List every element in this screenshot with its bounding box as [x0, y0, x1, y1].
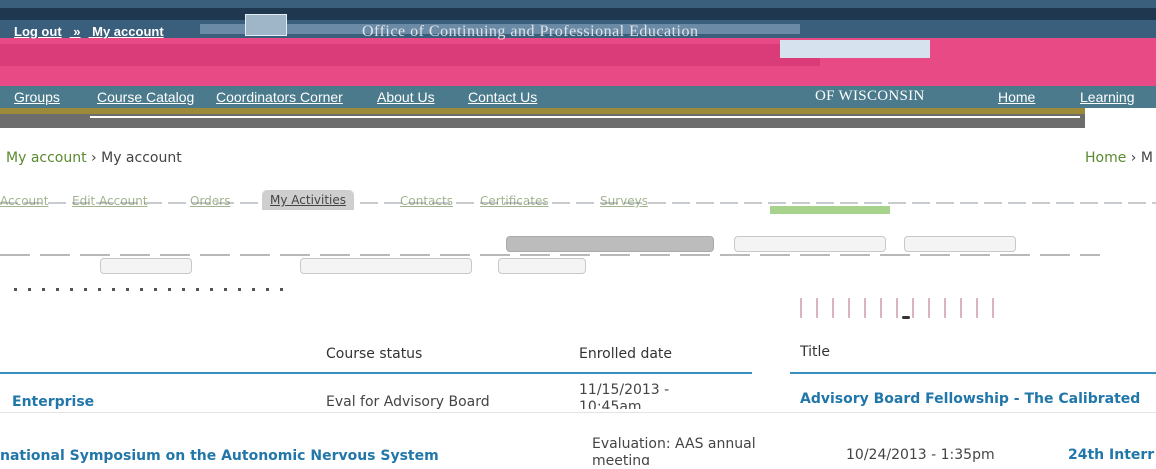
my-account-link[interactable]: My account [92, 24, 164, 39]
breadcrumb-home-link[interactable]: Home [1085, 150, 1126, 166]
user-links: Log out » My account [14, 24, 172, 39]
tabs-rule [0, 202, 1156, 204]
breadcrumb-separator: › [91, 150, 97, 166]
subtab-2[interactable] [734, 236, 886, 252]
tabs-highlight [770, 206, 890, 214]
subtab-active[interactable] [506, 236, 714, 252]
header-white-line [90, 116, 1080, 118]
row2-title-link[interactable]: 24th Interr [1068, 447, 1154, 463]
row2-status-cont: meeting [592, 453, 651, 465]
row1-course-link[interactable]: Enterprise [12, 394, 94, 410]
account-tabs: Account Edit Account Orders My Activitie… [0, 190, 1156, 214]
nav-contact-us[interactable]: Contact Us [468, 89, 537, 105]
main-nav: Groups Course Catalog Coordinators Corne… [0, 86, 1156, 108]
university-wordmark: OF WISCONSIN [815, 88, 925, 104]
nav-learning[interactable]: Learning [1080, 89, 1135, 105]
breadcrumb-current: My account [101, 150, 182, 166]
tab-account[interactable]: Account [0, 194, 48, 208]
row-separator [0, 412, 1156, 413]
tab-certificates[interactable]: Certificates [480, 194, 549, 208]
row1-enrolled-date: 11/15/2013 - [579, 382, 670, 398]
noise-artifact [800, 298, 1000, 318]
tab-contacts[interactable]: Contacts [400, 194, 453, 208]
column-header-title[interactable]: Title [800, 344, 830, 360]
tab-surveys[interactable]: Surveys [600, 194, 648, 208]
subtab-3[interactable] [904, 236, 1016, 252]
breadcrumb-secondary: Home › M [1085, 150, 1153, 166]
tab-my-activities[interactable]: My Activities [262, 190, 355, 210]
nav-about-us[interactable]: About Us [377, 89, 435, 105]
header-band-dark [0, 8, 1156, 20]
filter-select-2[interactable] [300, 258, 472, 274]
table-header-rule-right [790, 372, 1156, 374]
row2-course-link[interactable]: national Symposium on the Autonomic Nerv… [0, 448, 439, 464]
campus-logo [245, 14, 287, 36]
filter-select-1[interactable] [100, 258, 192, 274]
nav-coordinators-corner[interactable]: Coordinators Corner [216, 89, 343, 105]
breadcrumb-my-account-link[interactable]: My account [6, 150, 87, 166]
nav-groups[interactable]: Groups [14, 89, 60, 105]
tab-edit-account[interactable]: Edit Account [72, 194, 148, 208]
row2-enrolled-date: 10/24/2013 - 1:35pm [846, 447, 995, 463]
breadcrumb-secondary-tail: M [1140, 150, 1153, 166]
office-title: Office of Continuing and Professional Ed… [362, 23, 699, 40]
header-search-area [780, 40, 930, 58]
site-header-banner: Log out » My account Office of Continuin… [0, 0, 1156, 92]
column-header-enrolled-date[interactable]: Enrolled date [579, 346, 672, 362]
logout-link[interactable]: Log out [14, 24, 62, 39]
breadcrumb-secondary-separator: › [1130, 150, 1137, 166]
row1-title-link[interactable]: Advisory Board Fellowship - The Calibrat… [800, 391, 1140, 407]
filters-rule [0, 254, 1100, 256]
user-links-separator: » [73, 24, 81, 39]
row1-enrolled-time: 10:45am [579, 399, 642, 409]
dotted-rule [14, 288, 294, 291]
breadcrumb: My account › My account [6, 150, 182, 166]
header-glitch-band-2 [0, 44, 820, 66]
filter-button[interactable] [498, 258, 586, 274]
activity-filters [0, 236, 1156, 286]
row2-status: Evaluation: AAS annual [592, 436, 756, 452]
table-header-rule-left [0, 372, 752, 374]
nav-course-catalog[interactable]: Course Catalog [97, 89, 194, 105]
tab-orders[interactable]: Orders [190, 194, 230, 208]
noise-blip [902, 316, 910, 319]
nav-home[interactable]: Home [998, 89, 1035, 105]
column-header-course-status[interactable]: Course status [326, 346, 422, 362]
row1-status: Eval for Advisory Board [326, 394, 490, 410]
